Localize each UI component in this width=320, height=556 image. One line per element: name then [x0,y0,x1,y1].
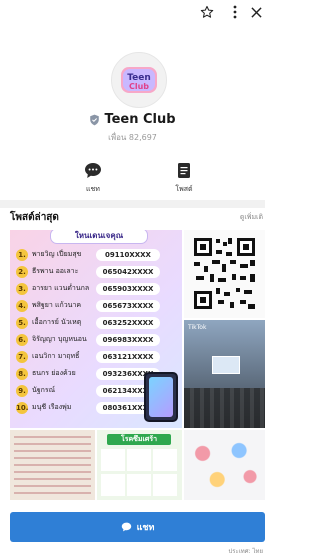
ranking-row: 2. ธีรพาน ออเลาะ 065042XXXX [16,265,166,278]
profile-name: Teen Club [104,112,176,127]
ranking-name: เอนวิกา มาฤทธิ์ [32,352,80,360]
chat-button[interactable]: แชท [10,512,265,542]
ranking-name: พายวิญ เปี่ยมสุข [32,250,82,258]
see-more-link[interactable]: ดูเพิ่มเติ [240,212,263,223]
ranking-row: 3. อารยา แวนด่ำนกล 065903XXXX [16,282,166,295]
ranking-number: 10. [16,401,29,414]
latest-posts-title: โพสต์ล่าสุด [10,212,59,223]
star-icon[interactable] [198,3,216,21]
post-depression-image[interactable]: โรคซึมเศร้า [97,430,182,500]
ranking-number: 7. [16,350,28,363]
shield-icon [90,114,100,125]
post-ranking-image[interactable]: ใหนเดนเจคุณ 1. พายวิญ เปี่ยมสุข 09110XXXX 2… [10,230,182,428]
top-bar [0,0,265,24]
ranking-banner: ใหนเดนเจคุณ [50,230,148,244]
ranking-number: 4. [16,299,28,312]
ranking-name: เอื้อการย์ นัวเหตุ [32,318,82,326]
chat-bubble-icon [84,161,102,179]
close-icon[interactable] [247,3,265,21]
ranking-phone: 096983XXXX [96,333,160,346]
ranking-row: 7. เอนวิกา มาฤทธิ์ 063121XXXX [16,350,166,363]
ranking-number: 2. [16,265,28,278]
more-vertical-icon[interactable] [226,3,244,21]
document-icon [175,161,193,179]
chat-action-button[interactable]: แชท [73,161,113,195]
phone-illustration [144,372,178,422]
ranking-number: 6. [16,333,28,346]
video-stage-screen [212,356,240,374]
ranking-row: 1. พายวิญ เปี่ยมสุข 09110XXXX [16,248,166,261]
posts-grid: ใหนเดนเจคุณ 1. พายวิญ เปี่ยมสุข 09110XXXX 2… [10,230,265,500]
ranking-name: นัฐกรณ์ [32,386,56,394]
tiktok-badge: TikTok [188,324,207,331]
ranking-name: มนุชี เรืองพุ่ม [32,403,72,411]
ranking-number: 8. [16,367,28,380]
ranking-name: พสิฐยา แก้วนาค [32,301,82,309]
ranking-phone: 063252XXXX [96,316,160,329]
ranking-number: 9. [16,384,28,397]
post-medical-image[interactable] [184,430,265,500]
followers-count: เพื่อน 82,697 [108,133,157,142]
profile-name-row: Teen Club [0,112,265,127]
posts-action-button[interactable]: โพสต์ [164,161,204,195]
video-crowd [184,388,265,428]
section-divider [0,200,265,208]
ranking-name: ธนกร ย่องค้วย [32,369,76,377]
ranking-name: ธีรพาน ออเลาะ [32,267,79,275]
ranking-phone: 065903XXXX [96,282,160,295]
post-video-thumbnail[interactable]: TikTok [184,320,265,428]
chat-button-label: แชท [136,523,155,533]
ranking-row: 5. เอื้อการย์ นัวเหตุ 063252XXXX [16,316,166,329]
ranking-phone: 065673XXXX [96,299,160,312]
post-qr-image[interactable] [184,230,265,318]
post-document-image[interactable] [10,430,95,500]
chat-action-label: แชท [86,185,100,193]
ranking-phone: 09110XXXX [96,248,160,261]
ranking-name: จิรัญญา บุญหนอน [32,335,87,343]
ranking-row: 6. จิรัญญา บุญหนอน 096983XXXX [16,333,166,346]
avatar: Teen Club [111,52,167,108]
ranking-number: 3. [16,282,28,295]
ranking-number: 1. [16,248,28,261]
depression-title: โรคซึมเศร้า [107,434,171,445]
qr-code [184,230,265,318]
teen-club-logo: Teen Club [121,67,157,93]
posts-action-label: โพสต์ [175,185,193,193]
ranking-name: อารยา แวนด่ำนกล [32,284,90,292]
ranking-row: 4. พสิฐยา แก้วนาค 065673XXXX [16,299,166,312]
ranking-number: 5. [16,316,28,329]
ranking-phone: 063121XXXX [96,350,160,363]
svg-text:Club: Club [129,82,149,91]
ranking-phone: 065042XXXX [96,265,160,278]
chat-bubble-icon [121,522,131,532]
